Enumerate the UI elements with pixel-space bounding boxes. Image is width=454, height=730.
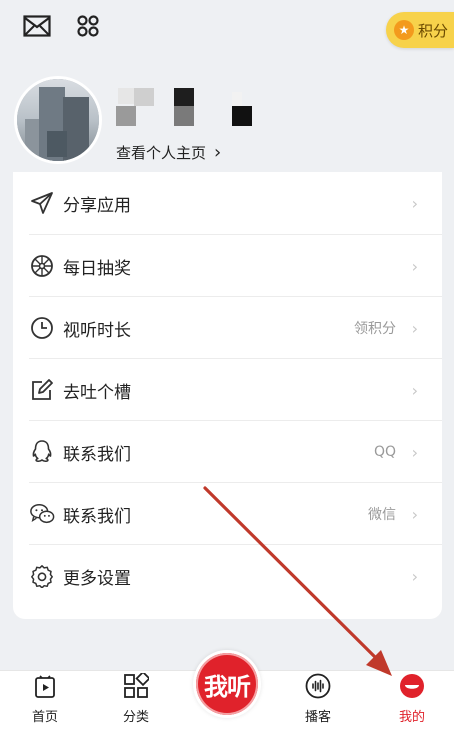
chevron-right-icon: › <box>411 504 418 524</box>
menu-item-value: 领积分 <box>354 321 396 337</box>
menu-card: 分享应用 › 每日抽奖 › 视听时长 领积分 › 去吐个槽 › 联系我们 QQ … <box>13 172 442 619</box>
menu-item-label: 联系我们 <box>63 506 131 527</box>
qq-icon <box>29 439 55 465</box>
avatar[interactable] <box>14 76 102 164</box>
tab-mine[interactable]: 我的 <box>390 671 434 730</box>
menu-item-more-settings[interactable]: 更多设置 › <box>13 545 442 607</box>
chevron-right-icon: › <box>411 442 418 462</box>
listen-center-button[interactable]: 我听 <box>193 650 261 718</box>
menu-item-label: 分享应用 <box>63 195 131 216</box>
menu-item-feedback[interactable]: 去吐个槽 › <box>13 359 442 421</box>
clock-icon <box>29 315 55 341</box>
apps-icon[interactable] <box>75 13 101 39</box>
gear-icon <box>29 563 55 589</box>
tab-label: 播客 <box>304 710 331 725</box>
menu-item-share-app[interactable]: 分享应用 › <box>13 172 442 234</box>
listen-center-label: 我听 <box>196 653 258 715</box>
menu-item-daily-lottery[interactable]: 每日抽奖 › <box>13 235 442 297</box>
menu-item-label: 视听时长 <box>63 320 131 341</box>
points-button[interactable]: ★ 积分 <box>386 12 454 48</box>
menu-item-value: 微信 <box>368 507 396 523</box>
chevron-right-icon: › <box>411 193 418 213</box>
view-profile-label: 查看个人主页 <box>116 144 207 162</box>
tab-label: 分类 <box>122 710 149 725</box>
lottery-wheel-icon <box>29 253 55 279</box>
home-icon <box>34 675 56 703</box>
tab-home[interactable]: 首页 <box>24 671 66 730</box>
tab-podcast[interactable]: 播客 <box>296 671 340 730</box>
category-icon <box>123 670 151 703</box>
points-label: 积分 <box>418 21 449 40</box>
chevron-right-icon: › <box>411 380 418 400</box>
top-bar: ★ 积分 <box>0 0 454 60</box>
menu-item-label: 每日抽奖 <box>63 258 131 279</box>
menu-item-contact-wechat[interactable]: 联系我们 微信 › <box>13 483 442 545</box>
menu-item-listen-time[interactable]: 视听时长 领积分 › <box>13 297 442 359</box>
menu-item-contact-qq[interactable]: 联系我们 QQ › <box>13 421 442 483</box>
chevron-right-icon: › <box>411 318 418 338</box>
chevron-right-icon: › <box>411 256 418 276</box>
menu-item-value: QQ <box>373 444 396 460</box>
podcast-icon <box>305 673 331 703</box>
profile-face-icon <box>399 673 425 703</box>
tab-category[interactable]: 分类 <box>115 670 157 730</box>
menu-item-label: 联系我们 <box>63 444 131 465</box>
mail-icon[interactable] <box>22 14 52 38</box>
edit-icon <box>29 377 55 403</box>
menu-item-label: 更多设置 <box>63 568 131 589</box>
menu-item-label: 去吐个槽 <box>63 382 131 403</box>
tab-label: 首页 <box>31 710 58 725</box>
star-icon: ★ <box>394 20 414 40</box>
view-profile-link[interactable]: 查看个人主页 › <box>116 142 221 163</box>
chevron-right-icon: › <box>214 142 222 163</box>
wechat-icon <box>29 501 55 527</box>
chevron-right-icon: › <box>411 566 418 586</box>
profile-header: 查看个人主页 › <box>0 70 454 170</box>
paper-plane-icon <box>29 190 55 216</box>
tab-label: 我的 <box>398 710 425 725</box>
